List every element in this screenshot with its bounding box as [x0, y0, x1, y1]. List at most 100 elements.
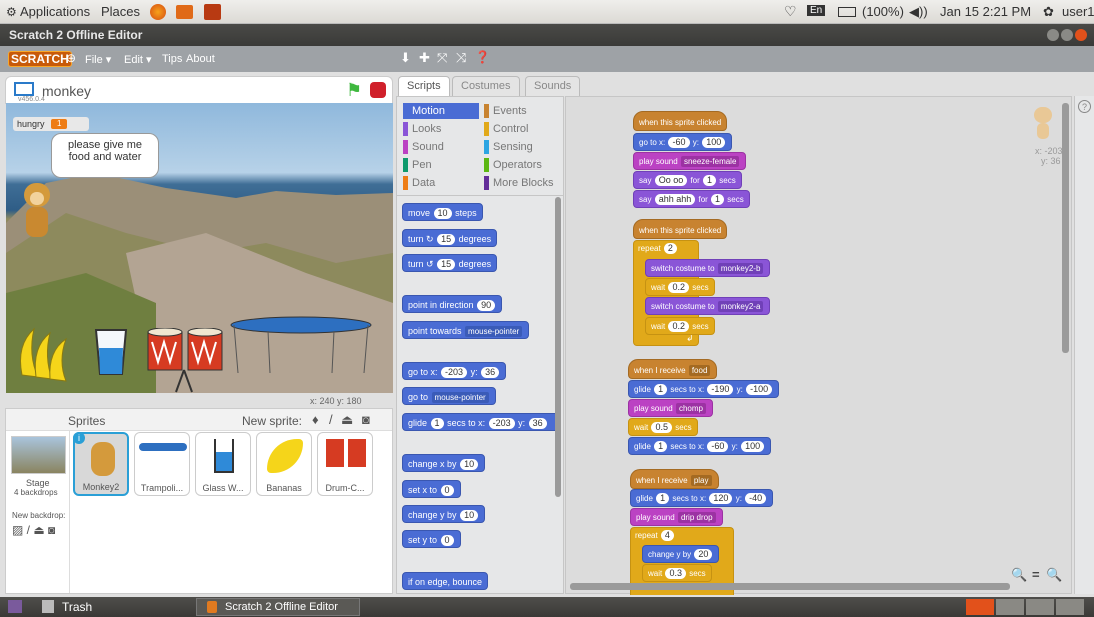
battery-icon[interactable] [838, 7, 856, 17]
sprite-thumb-monkey2[interactable]: i Monkey2 [73, 432, 129, 496]
category-control[interactable]: Control [484, 121, 528, 137]
workspace-4[interactable] [1056, 599, 1084, 615]
file-menu[interactable]: File ▾ [85, 53, 111, 66]
block-switch-costume-a[interactable]: switch costume to monkey2-a [645, 297, 771, 315]
block-change-y[interactable]: change y by 10 [402, 505, 486, 523]
tips-menu[interactable]: Tips [162, 53, 182, 65]
backdrop-tools-icons[interactable]: ▨ / ⏏ ◙ [12, 523, 55, 537]
close-button[interactable] [1075, 29, 1087, 41]
block-wait-2[interactable]: wait 0.2 secs [645, 317, 715, 335]
block-play-sound-chomp[interactable]: play sound chomp [628, 399, 713, 417]
workspace-3[interactable] [1026, 599, 1054, 615]
block-turn-right[interactable]: turn ↻ 15 degrees [402, 229, 498, 247]
firefox-icon[interactable] [150, 4, 166, 20]
sprite-thumb-trampoline[interactable]: Trampoli... [134, 432, 190, 496]
bananas-sprite[interactable] [14, 325, 72, 383]
language-indicator[interactable]: En [807, 5, 826, 16]
block-move-steps[interactable]: move 10 steps [402, 203, 483, 221]
block-say-oo[interactable]: say Oo oo for 1 secs [633, 171, 742, 189]
scripts-area[interactable]: when this sprite clicked go to x: -60 y:… [565, 96, 1072, 595]
block-set-y[interactable]: set y to 0 [402, 530, 461, 548]
gear-icon[interactable]: ✿ [1043, 4, 1054, 20]
clock[interactable]: Jan 15 2:21 PM [940, 4, 1031, 19]
upload-sprite-icon[interactable]: ⏏ [341, 412, 353, 428]
category-operators[interactable]: Operators [484, 157, 542, 173]
block-switch-costume-b[interactable]: switch costume to monkey2-b [645, 259, 771, 277]
palette-scrollbar[interactable] [555, 197, 561, 497]
block-if-on-edge-bounce[interactable]: if on edge, bounce [402, 572, 489, 590]
zoom-out-icon[interactable]: 🔍 [1011, 567, 1027, 583]
category-events[interactable]: Events [484, 103, 527, 119]
stage-canvas[interactable]: hungry 1 please give me food and water [6, 103, 393, 393]
tab-scripts[interactable]: Scripts [398, 76, 450, 97]
block-wait-3[interactable]: wait 0.5 secs [628, 418, 698, 436]
minimize-button[interactable] [1047, 29, 1059, 41]
block-wait-4[interactable]: wait 0.3 secs [642, 564, 712, 582]
block-play-sound-drip[interactable]: play sound drip drop [630, 508, 723, 526]
block-glide-3[interactable]: glide 1 secs to x: 120 y: -40 [630, 489, 774, 507]
category-looks[interactable]: Looks [403, 121, 441, 137]
camera-sprite-icon[interactable]: ◙ [362, 412, 370, 427]
zoom-reset-icon[interactable]: = [1032, 567, 1040, 582]
zoom-in-icon[interactable]: 🔍 [1046, 567, 1062, 583]
category-pen[interactable]: Pen [403, 157, 432, 173]
green-flag-icon[interactable]: ⚑ [346, 80, 362, 101]
block-change-x[interactable]: change x by 10 [402, 454, 486, 472]
sprite-thumb-drum[interactable]: Drum-C... [317, 432, 373, 496]
workspace-2[interactable] [996, 599, 1024, 615]
glass-water-sprite[interactable] [94, 328, 128, 376]
scripts-horizontal-scrollbar[interactable] [570, 583, 1010, 590]
hat-when-receive-play[interactable]: when I receive play [630, 469, 719, 489]
block-set-x[interactable]: set x to 0 [402, 480, 461, 498]
drum-sprite[interactable] [146, 327, 228, 393]
scripts-vertical-scrollbar[interactable] [1062, 103, 1069, 353]
block-play-sound-sneeze[interactable]: play sound sneeze-female [633, 152, 747, 170]
stop-icon[interactable] [370, 82, 386, 98]
tab-sounds[interactable]: Sounds [525, 76, 581, 96]
hat-when-receive-food[interactable]: when I receive food [628, 359, 718, 379]
block-say-ahh[interactable]: say ahh ahh for 1 secs [633, 190, 750, 208]
block-go-to[interactable]: go to mouse-pointer [402, 387, 496, 405]
volume-icon[interactable]: ◀)) [909, 4, 928, 20]
sprite-thumb-bananas[interactable]: Bananas [256, 432, 312, 496]
help-icon[interactable]: ❓ [475, 50, 490, 64]
network-icon[interactable]: ♡ [784, 3, 797, 20]
block-glide[interactable]: glide 1 secs to x: -203 y: 36 [402, 413, 560, 431]
stage-thumbnail[interactable] [11, 436, 66, 474]
info-icon[interactable]: i [73, 432, 85, 444]
edit-menu[interactable]: Edit ▾ [124, 53, 152, 66]
maximize-button[interactable] [1061, 29, 1073, 41]
sprite-thumb-glass-water[interactable]: Glass W... [195, 432, 251, 496]
sprite-library-icon[interactable]: ♦ [312, 412, 319, 427]
shrink-icon[interactable]: ⤨ [456, 50, 466, 66]
workspace-1[interactable] [966, 599, 994, 615]
globe-icon[interactable]: ⊕ [66, 51, 76, 65]
category-sensing[interactable]: Sensing [484, 139, 533, 155]
variable-monitor-hungry[interactable]: hungry 1 [13, 117, 89, 131]
block-glide-1[interactable]: glide 1 secs to x: -190 y: -100 [628, 380, 780, 398]
block-glide-2[interactable]: glide 1 secs to x: -60 y: 100 [628, 437, 772, 455]
show-desktop-icon[interactable] [8, 600, 22, 613]
hat-when-sprite-clicked-1[interactable]: when this sprite clicked [633, 111, 728, 131]
user-menu[interactable]: user1 [1062, 4, 1094, 19]
monkey-sprite[interactable] [20, 183, 54, 239]
applications-menu[interactable]: Applications [20, 4, 90, 19]
delete-icon[interactable]: ✚ [419, 50, 430, 66]
category-more-blocks[interactable]: More Blocks [484, 175, 554, 191]
files-icon[interactable] [176, 5, 193, 19]
block-point-in-direction[interactable]: point in direction 90 [402, 295, 503, 313]
duplicate-icon[interactable]: ⬇ [400, 50, 411, 66]
trampoline-sprite[interactable] [228, 315, 374, 375]
block-go-to-xy[interactable]: go to x: -203 y: 36 [402, 362, 507, 380]
tab-costumes[interactable]: Costumes [452, 76, 520, 96]
places-menu[interactable]: Places [101, 4, 140, 19]
block-wait-1[interactable]: wait 0.2 secs [645, 278, 715, 296]
fullscreen-icon[interactable] [14, 82, 34, 96]
trash-icon[interactable] [42, 600, 54, 613]
hat-when-sprite-clicked-2[interactable]: when this sprite clicked [633, 219, 728, 239]
block-turn-left[interactable]: turn ↺ 15 degrees [402, 254, 498, 272]
paint-sprite-icon[interactable]: / [329, 412, 333, 427]
grow-icon[interactable]: ⤧ [437, 50, 447, 66]
block-point-towards[interactable]: point towards mouse-pointer [402, 321, 530, 339]
category-sound[interactable]: Sound [403, 139, 444, 155]
